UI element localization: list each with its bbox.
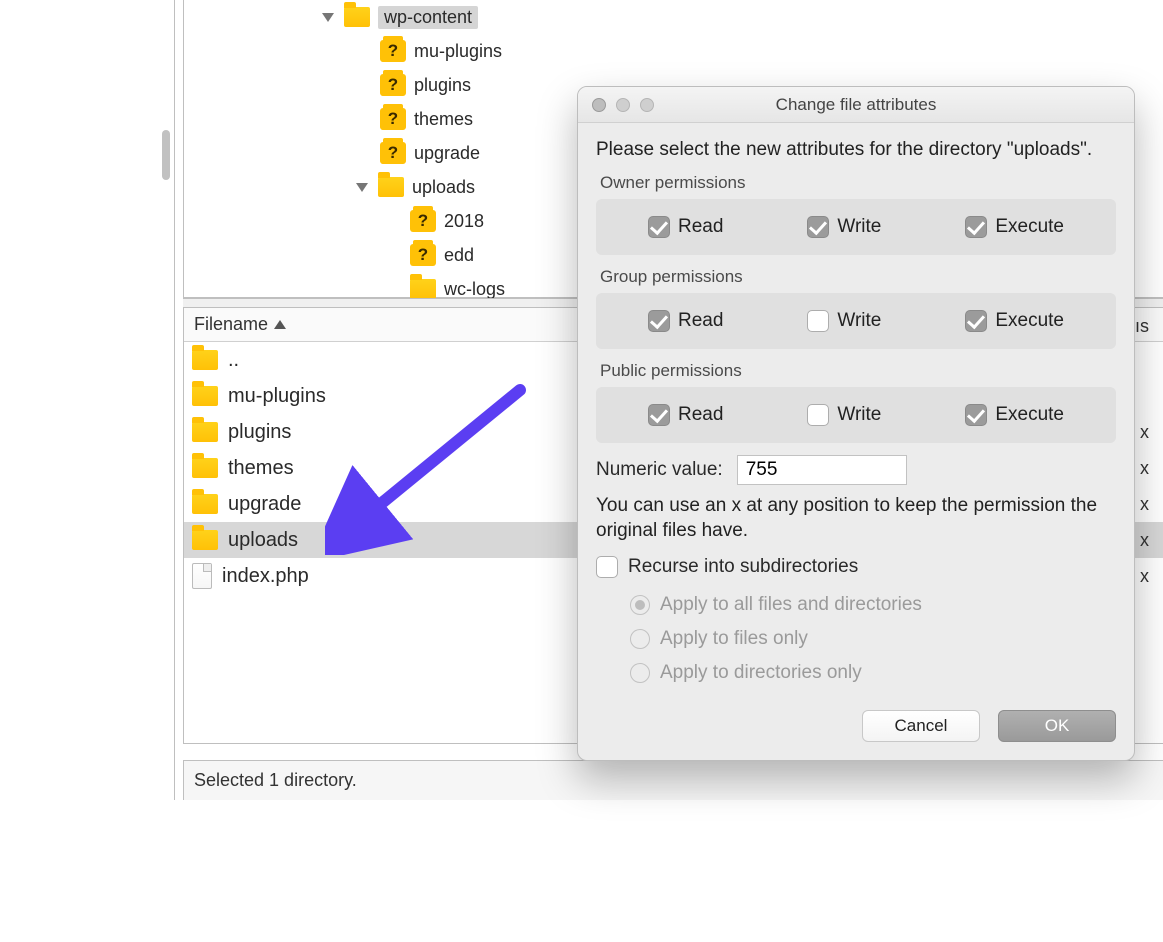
public-execute-checkbox[interactable]: Execute: [965, 404, 1064, 426]
dialog-titlebar[interactable]: Change file attributes: [578, 87, 1134, 123]
owner-execute-checkbox[interactable]: Execute: [965, 216, 1064, 238]
checkbox-icon: [965, 216, 987, 238]
public-read-checkbox[interactable]: Read: [648, 404, 723, 426]
file-name: ..: [228, 349, 239, 372]
group-title: Group permissions: [600, 267, 1116, 287]
radio-icon: [630, 629, 650, 649]
cancel-button[interactable]: Cancel: [862, 710, 980, 742]
dialog-title: Change file attributes: [578, 95, 1134, 115]
owner-read-checkbox[interactable]: Read: [648, 216, 723, 238]
file-icon: [192, 563, 212, 589]
dialog-prompt: Please select the new attributes for the…: [596, 137, 1116, 163]
group-permissions-group: Group permissions Read Write Execute: [596, 267, 1116, 349]
recurse-options: Apply to all files and directories Apply…: [630, 588, 1116, 690]
checkbox-icon: [648, 404, 670, 426]
right-column-peek: ıs x x x x x: [1135, 308, 1149, 594]
radio-icon: [630, 663, 650, 683]
folder-icon: [192, 494, 218, 514]
file-name: mu-plugins: [228, 385, 326, 408]
column-header-label: Filename: [194, 314, 268, 335]
radio-apply-files[interactable]: Apply to files only: [630, 622, 1116, 656]
checkbox-icon: [965, 310, 987, 332]
folder-icon: [192, 386, 218, 406]
numeric-value-input[interactable]: [737, 455, 907, 485]
group-write-checkbox[interactable]: Write: [807, 310, 881, 332]
folder-icon: [410, 279, 436, 299]
owner-permissions-group: Owner permissions Read Write Execute: [596, 173, 1116, 255]
chevron-down-icon[interactable]: [322, 13, 334, 22]
tree-label: plugins: [414, 75, 471, 96]
file-name: index.php: [222, 565, 309, 588]
tree-row-root[interactable]: wp-content: [184, 0, 1163, 34]
sort-ascending-icon: [274, 320, 286, 329]
radio-apply-dirs[interactable]: Apply to directories only: [630, 656, 1116, 690]
folder-icon: [378, 177, 404, 197]
tree-label: wp-content: [378, 6, 478, 29]
tree-label: edd: [444, 245, 474, 266]
numeric-hint: You can use an x at any position to keep…: [596, 493, 1116, 544]
tree-row[interactable]: mu-plugins: [184, 34, 1163, 68]
recurse-checkbox[interactable]: [596, 556, 618, 578]
unknown-folder-icon: [410, 244, 436, 266]
left-pane: [0, 0, 175, 800]
checkbox-icon: [807, 310, 829, 332]
group-execute-checkbox[interactable]: Execute: [965, 310, 1064, 332]
checkbox-icon: [807, 404, 829, 426]
unknown-folder-icon: [380, 74, 406, 96]
tree-label: themes: [414, 109, 473, 130]
folder-icon: [192, 458, 218, 478]
tree-label: uploads: [412, 177, 475, 198]
unknown-folder-icon: [380, 40, 406, 62]
scrollbar-thumb[interactable]: [162, 130, 170, 180]
radio-icon: [630, 595, 650, 615]
file-name: plugins: [228, 421, 291, 444]
checkbox-icon: [648, 216, 670, 238]
checkbox-icon: [648, 310, 670, 332]
tree-label: 2018: [444, 211, 484, 232]
unknown-folder-icon: [380, 108, 406, 130]
tree-label: upgrade: [414, 143, 480, 164]
checkbox-icon: [965, 404, 987, 426]
folder-icon: [192, 530, 218, 550]
tree-label: wc-logs: [444, 279, 505, 300]
owner-write-checkbox[interactable]: Write: [807, 216, 881, 238]
folder-icon: [192, 350, 218, 370]
unknown-folder-icon: [380, 142, 406, 164]
unknown-folder-icon: [410, 210, 436, 232]
group-title: Owner permissions: [600, 173, 1116, 193]
status-text: Selected 1 directory.: [194, 770, 357, 791]
recurse-label: Recurse into subdirectories: [628, 556, 858, 578]
file-name: themes: [228, 457, 294, 480]
public-permissions-group: Public permissions Read Write Execute: [596, 361, 1116, 443]
tree-label: mu-plugins: [414, 41, 502, 62]
folder-icon: [192, 422, 218, 442]
group-title: Public permissions: [600, 361, 1116, 381]
ok-button[interactable]: OK: [998, 710, 1116, 742]
radio-apply-all[interactable]: Apply to all files and directories: [630, 588, 1116, 622]
file-name: uploads: [228, 529, 298, 552]
checkbox-icon: [807, 216, 829, 238]
chevron-down-icon[interactable]: [356, 183, 368, 192]
public-write-checkbox[interactable]: Write: [807, 404, 881, 426]
status-bar: Selected 1 directory.: [183, 760, 1163, 800]
file-name: upgrade: [228, 493, 301, 516]
numeric-value-label: Numeric value:: [596, 459, 723, 481]
folder-icon: [344, 7, 370, 27]
group-read-checkbox[interactable]: Read: [648, 310, 723, 332]
change-file-attributes-dialog: Change file attributes Please select the…: [577, 86, 1135, 761]
